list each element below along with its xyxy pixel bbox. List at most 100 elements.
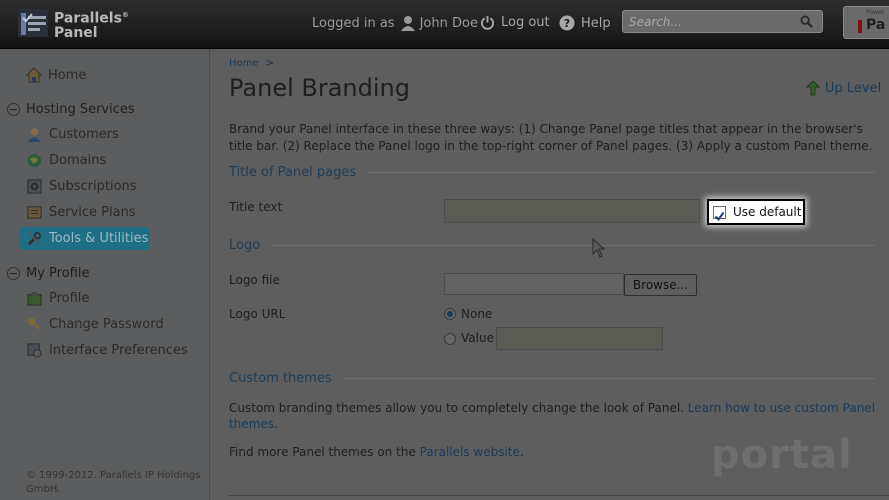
more-themes-label: Find more Panel themes on the [229,445,416,459]
sidebar-item-label: Customers [49,127,119,142]
logged-in-info: Logged in as John Doe [312,15,478,31]
brand-registered-mark: ® [121,11,129,20]
collapse-icon [7,267,20,280]
logo-file-label: Logo file [229,273,280,287]
logo-url-label: Logo URL [229,307,286,321]
checkmark-icon [714,211,725,222]
up-arrow-icon [806,80,820,96]
main-content: Home > Panel Branding Up Level Brand you… [211,49,889,500]
sidebar-item-label: Subscriptions [49,179,137,194]
key-icon [27,317,41,330]
mouse-cursor-icon [592,238,606,258]
sidebar-item-change-password[interactable]: Change Password [27,317,164,332]
sidebar-item-label: Profile [49,291,90,306]
search-icon[interactable] [800,15,813,28]
watermark-text: portal [711,432,853,478]
parallels-website-link[interactable]: Parallels website [420,445,520,459]
powered-by-badge[interactable]: Power Pa [843,6,889,39]
section-divider [272,245,875,246]
section-hosting-services[interactable]: Hosting Services [7,102,135,117]
sidebar-item-home[interactable]: Home [26,67,86,83]
logo-url-value-input[interactable] [496,327,663,350]
sidebar-item-label: Service Plans [49,205,136,220]
section-divider [343,378,875,379]
up-level-label: Up Level [825,80,882,96]
radio-none[interactable] [444,308,456,320]
sidebar-item-domains[interactable]: Domains [27,153,106,168]
title-text-input[interactable] [444,199,700,223]
sidebar-item-profile[interactable]: Profile [27,291,89,306]
search-box [622,10,823,33]
preferences-icon [27,343,42,358]
use-default-checkbox-group[interactable]: Use default [707,199,805,225]
breadcrumb-separator: > [265,58,275,69]
intro-text: Brand your Panel interface in these thre… [229,122,873,153]
section-heading: Title of Panel pages [229,165,357,180]
radio-value-label: Value [461,331,494,345]
sidebar: Home Hosting Services Customers Domains … [0,49,210,500]
subscriptions-icon [27,179,42,194]
sidebar-item-label: Home [48,67,87,83]
sidebar-item-interface-preferences[interactable]: Interface Preferences [27,343,188,358]
sidebar-item-label: Tools & Utilities [49,231,149,246]
more-themes-text: Find more Panel themes on the Parallels … [229,445,524,459]
logged-in-label: Logged in as [312,15,395,31]
sidebar-item-label: Change Password [49,317,164,332]
logo-file-input[interactable] [444,273,624,295]
section-label: My Profile [26,266,90,281]
copyright-text: © 1999-2012. Parallels IP Holdings GmbH. [26,470,201,495]
section-heading: Logo [229,238,261,253]
section-logo: Logo [229,238,875,253]
page-title: Panel Branding [229,74,410,102]
power-icon [480,15,495,30]
breadcrumb: Home > [229,58,274,69]
help-label: Help [581,15,611,31]
collapse-icon [7,103,20,116]
parallels-logo[interactable]: Parallels® Panel [18,9,129,41]
custom-themes-description: Custom branding themes allow you to comp… [229,400,877,432]
sidebar-item-tools-label-row[interactable]: Tools & Utilities [27,231,148,246]
sidebar-item-customers[interactable]: Customers [27,127,119,142]
user-icon [400,16,415,31]
more-themes-end: . [519,445,524,459]
up-level-link[interactable]: Up Level [806,80,881,96]
section-divider [368,172,875,173]
tools-icon [27,231,42,246]
logout-link[interactable]: Log out [480,15,550,30]
powered-text: Power [866,9,885,16]
section-custom-themes: Custom themes [229,371,875,386]
sidebar-item-label: Interface Preferences [49,343,188,358]
service-plans-icon [27,206,42,219]
use-default-label: Use default [733,205,802,219]
section-my-profile[interactable]: My Profile [7,266,89,281]
customers-icon [27,127,42,142]
custom-themes-end: . [274,417,278,431]
portal-watermark: portal web hosting [711,432,853,498]
bottom-divider [229,495,889,496]
browse-button[interactable]: Browse... [624,274,697,296]
powered-brand: Pa [866,17,886,33]
globe-icon [27,153,42,168]
profile-icon [27,291,42,306]
help-icon: ? [559,15,575,31]
use-default-checkbox[interactable] [713,206,726,222]
radio-value[interactable] [444,333,456,345]
logout-label: Log out [501,15,550,30]
help-link[interactable]: ? Help [559,15,611,31]
svg-text:?: ? [564,17,570,30]
panel-logo-icon [18,9,50,39]
section-label: Hosting Services [26,102,135,117]
parallels-bars-icon [858,20,862,33]
section-heading: Custom themes [229,371,332,386]
sidebar-item-subscriptions[interactable]: Subscriptions [27,179,137,194]
search-input[interactable] [629,14,794,30]
sidebar-item-service-plans[interactable]: Service Plans [27,205,136,220]
section-title-of-panel-pages: Title of Panel pages [229,165,875,180]
breadcrumb-home[interactable]: Home [229,58,259,69]
radio-none-label: None [461,307,493,321]
title-text-label: Title text [229,200,283,214]
custom-themes-text: Custom branding themes allow you to comp… [229,401,684,415]
user-name[interactable]: John Doe [420,16,478,31]
top-header: Parallels® Panel Logged in as John Doe L… [0,0,889,49]
brand-product: Panel [54,24,98,41]
